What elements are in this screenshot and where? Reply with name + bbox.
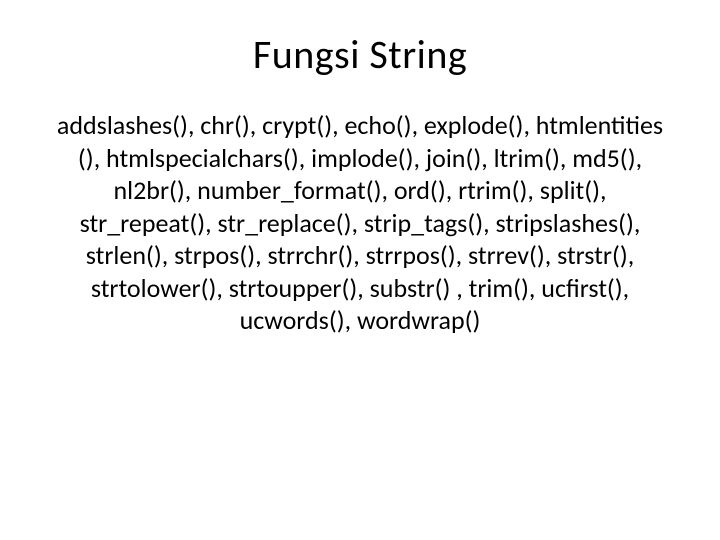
slide-title: Fungsi String bbox=[50, 30, 670, 79]
slide-body: addslashes(), chr(), crypt(), echo(), ex… bbox=[50, 109, 670, 337]
slide: Fungsi String addslashes(), chr(), crypt… bbox=[0, 0, 720, 540]
